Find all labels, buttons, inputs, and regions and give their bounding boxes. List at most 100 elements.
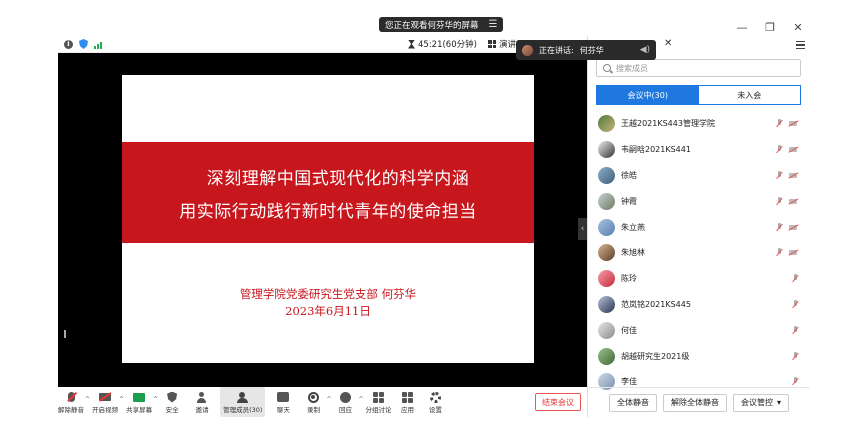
view-options-icon[interactable]: ☰ (489, 19, 498, 30)
camera-off-icon (789, 249, 799, 256)
shared-screen: 深刻理解中国式现代化的科学内涵 用实际行动践行新时代青年的使命担当 管理学院党委… (58, 53, 587, 387)
meeting-topbar: i 45:21(60分钟) 演讲 (58, 36, 587, 53)
slide-date: 2023年6月11日 (285, 304, 371, 318)
list-item[interactable]: 何佳 (588, 317, 809, 343)
collapse-panel-icon[interactable]: ‹ (578, 218, 587, 240)
mic-muted-icon (792, 299, 799, 309)
close-icon[interactable]: ✕ (791, 20, 805, 34)
mic-muted-icon (776, 222, 783, 232)
list-item[interactable]: 朱旭林 (588, 240, 809, 266)
participant-name: 朱立燕 (621, 222, 645, 232)
camera-off-icon (789, 172, 799, 179)
info-icon[interactable]: i (64, 39, 73, 49)
presentation-view-button[interactable]: 演讲 (488, 38, 516, 50)
record-button[interactable]: 录制 (301, 387, 325, 417)
meeting-control-button[interactable]: 会议管控 ▾ (732, 393, 789, 412)
avatar (598, 321, 615, 339)
avatar (522, 44, 533, 56)
chevron-up-icon[interactable]: ^ (119, 396, 124, 403)
speaking-indicator: 正在讲话: 何芬华 ◀) (516, 40, 656, 60)
signal-icon[interactable] (94, 40, 102, 49)
participant-name: 钟霞 (621, 196, 637, 206)
security-button[interactable]: 安全 (160, 387, 184, 417)
camera-off-icon (789, 120, 799, 127)
bracket-icon (64, 330, 72, 338)
speaker-volume-icon: ◀) (639, 45, 650, 55)
slide-title-band: 深刻理解中国式现代化的科学内涵 用实际行动践行新时代青年的使命担当 (122, 142, 534, 243)
participant-tabs: 会议中(30) 未入会 (596, 85, 801, 105)
record-icon (307, 391, 319, 403)
participant-name: 王越2021KS443管理学院 (621, 119, 715, 129)
list-item[interactable]: 钟霞 (588, 188, 809, 214)
chevron-up-icon[interactable]: ^ (153, 396, 158, 403)
list-item[interactable]: 徐皓 (588, 163, 809, 189)
participants-icon (236, 391, 249, 403)
chevron-up-icon[interactable]: ^ (326, 396, 331, 403)
list-item[interactable]: 朱立燕 (588, 214, 809, 240)
shield-icon[interactable] (79, 39, 88, 49)
avatar (598, 295, 615, 313)
chat-label: 聊天 (276, 406, 290, 414)
share-screen-label: 共享屏幕 (126, 406, 153, 414)
avatar (598, 218, 615, 236)
share-screen-icon (133, 392, 146, 402)
mic-muted-icon (792, 377, 799, 386)
settings-button[interactable]: 设置 (424, 387, 448, 417)
minimize-icon[interactable]: — (735, 20, 749, 34)
apps-label: 应用 (401, 406, 414, 414)
mic-muted-icon (67, 392, 75, 402)
participant-name: 徐皓 (621, 170, 637, 180)
camera-off-icon (789, 146, 799, 153)
meeting-timer: 45:21(60分钟) (408, 38, 477, 50)
camera-off-icon (789, 198, 799, 205)
end-meeting-button[interactable]: 结束会议 (535, 393, 581, 411)
list-item[interactable]: 王越2021KS443管理学院 (588, 111, 809, 137)
unmute-all-button[interactable]: 解除全体静音 (662, 393, 727, 412)
start-video-label: 开启视频 (92, 406, 119, 414)
chat-button[interactable]: 聊天 (271, 387, 295, 417)
avatar (598, 115, 615, 133)
participants-panel: ✕ 搜索成员 会议中(30) 未入会 王越2021KS443管理学院 韦嗣晗20… (587, 36, 810, 417)
presentation-slide: 深刻理解中国式现代化的科学内涵 用实际行动践行新时代青年的使命担当 管理学院党委… (122, 75, 534, 363)
slide-title-line1: 深刻理解中国式现代化的科学内涵 (206, 168, 470, 189)
invite-label: 邀请 (195, 406, 209, 414)
list-item[interactable]: 陈玲 (588, 266, 809, 292)
reaction-button[interactable]: 回应 (333, 387, 357, 417)
slide-organization: 管理学院党委研究生党支部 何芬华 (239, 287, 417, 301)
apps-button[interactable]: 应用 (396, 387, 420, 417)
breakout-button[interactable]: 分组讨论 (366, 387, 392, 417)
camera-off-icon (789, 224, 799, 231)
list-item[interactable]: 韦嗣晗2021KS441 (588, 137, 809, 163)
participants-button[interactable]: 管理成员(30) (220, 387, 266, 417)
restore-icon[interactable]: ❐ (763, 20, 777, 34)
unmute-button[interactable]: 解除静音 (58, 387, 84, 417)
tab-not-joined[interactable]: 未入会 (699, 86, 801, 104)
participants-label: 管理成员(30) (223, 406, 263, 414)
mute-all-button[interactable]: 全体静音 (608, 393, 657, 412)
mic-muted-icon (776, 170, 783, 180)
mic-muted-icon (792, 274, 799, 283)
slide-title-line2: 用实际行动践行新时代青年的使命担当 (179, 201, 477, 222)
participant-name: 陈玲 (621, 274, 637, 284)
list-item[interactable]: 范岚铭2021KS445 (588, 292, 809, 318)
chevron-up-icon[interactable]: ^ (358, 396, 363, 403)
invite-button[interactable]: 邀请 (190, 387, 214, 417)
chevron-up-icon[interactable]: ^ (85, 396, 90, 403)
breakout-label: 分组讨论 (365, 406, 392, 414)
grid-icon (488, 40, 496, 48)
hourglass-icon (408, 39, 415, 49)
mic-muted-icon (776, 145, 783, 154)
participant-name: 李佳 (621, 377, 637, 387)
search-input[interactable]: 搜索成员 (596, 59, 801, 77)
camera-off-icon (99, 393, 112, 401)
start-video-button[interactable]: 开启视频 (92, 387, 118, 417)
search-icon (603, 64, 611, 72)
invite-icon (196, 391, 208, 403)
tab-in-meeting[interactable]: 会议中(30) (597, 86, 699, 104)
list-item[interactable]: 胡越研究生2021级 (588, 343, 809, 369)
share-screen-button[interactable]: 共享屏幕 (126, 387, 152, 417)
mic-muted-icon (792, 351, 799, 361)
menu-icon[interactable] (796, 40, 805, 49)
close-icon[interactable]: ✕ (664, 38, 672, 49)
meeting-toolbar: 解除静音 ^ 开启视频 ^ 共享屏幕 ^ 安全 邀请 管理成员(30) 聊天 录… (58, 387, 587, 417)
